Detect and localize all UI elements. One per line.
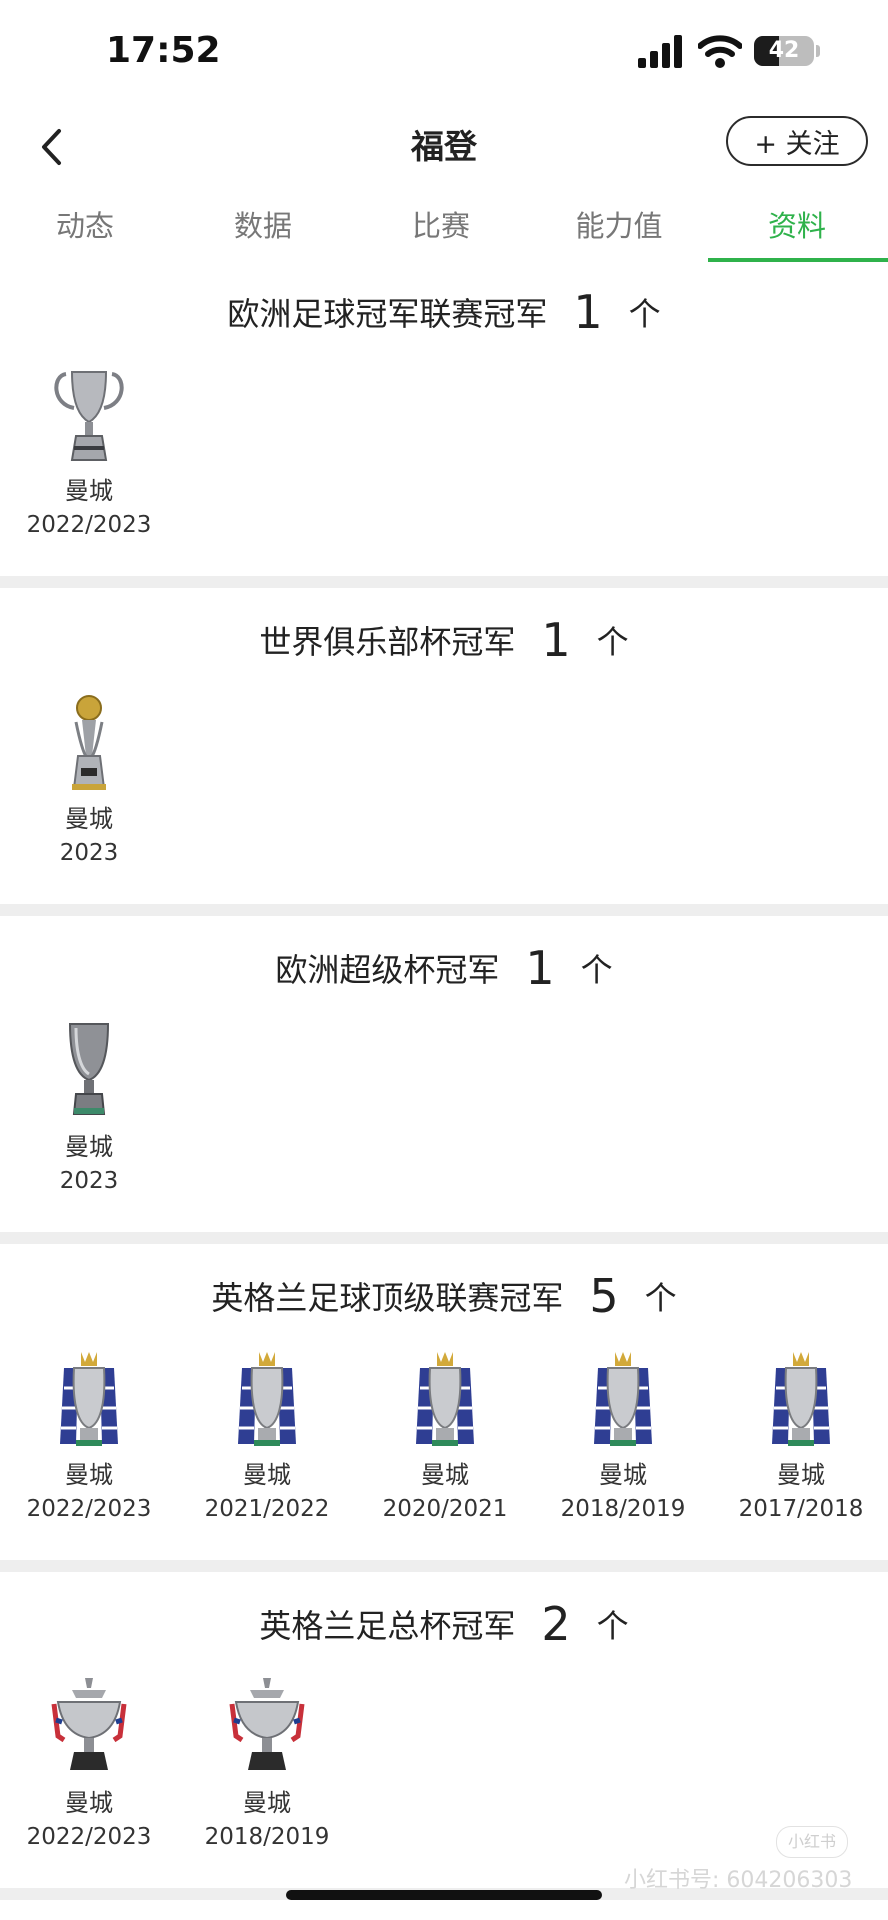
- section-divider: [0, 1560, 888, 1572]
- trophy-season: 2018/2019: [204, 1824, 330, 1850]
- tab-0[interactable]: 动态: [0, 190, 174, 262]
- honor-section: 世界俱乐部杯冠军 1 个曼城 2023: [0, 590, 888, 906]
- honor-section: 英格兰足总杯冠军 2 个曼城 2022/2023 曼城 2018/2019: [0, 1574, 888, 1890]
- honor-name: 欧洲足球冠军联赛冠军: [227, 295, 548, 333]
- premier-league-trophy-icon: [44, 1348, 134, 1448]
- honor-section-title: 欧洲超级杯冠军 1 个: [0, 918, 888, 1018]
- honor-name: 英格兰足球顶级联赛冠军: [211, 1279, 564, 1317]
- honor-count: 1: [541, 613, 571, 667]
- honor-count: 2: [541, 1597, 571, 1651]
- premier-league-trophy-icon: [222, 1348, 312, 1448]
- trophy-season: 2023: [59, 840, 119, 866]
- trophy-item[interactable]: 曼城 2017/2018: [712, 1348, 888, 1538]
- trophy-club: 曼城: [777, 1461, 825, 1489]
- trophy-item[interactable]: 曼城 2021/2022: [178, 1348, 356, 1538]
- trophy-club: 曼城: [599, 1461, 647, 1489]
- honor-count-unit: 个: [596, 623, 629, 661]
- wifi-icon: [698, 35, 742, 68]
- honor-count-unit: 个: [596, 1607, 629, 1645]
- tab-2[interactable]: 比赛: [352, 190, 530, 262]
- trophy-season: 2021/2022: [204, 1496, 330, 1522]
- trophy-season: 2017/2018: [738, 1496, 864, 1522]
- watermark-badge: 小红书: [776, 1826, 848, 1858]
- trophy-club: 曼城: [421, 1461, 469, 1489]
- premier-league-trophy-icon: [578, 1348, 668, 1448]
- honor-count-unit: 个: [628, 295, 661, 333]
- honor-count: 5: [589, 1269, 619, 1323]
- honor-section-title: 世界俱乐部杯冠军 1 个: [0, 590, 888, 690]
- honor-section-title: 英格兰足总杯冠军 2 个: [0, 1574, 888, 1674]
- honor-name: 欧洲超级杯冠军: [275, 951, 500, 989]
- home-indicator: [286, 1890, 602, 1900]
- section-divider: [0, 1232, 888, 1244]
- honor-section: 欧洲足球冠军联赛冠军 1 个曼城 2022/2023: [0, 262, 888, 578]
- fa-cup-trophy-icon: [44, 1676, 134, 1776]
- section-divider: [0, 576, 888, 588]
- trophy-item[interactable]: 曼城 2022/2023: [0, 1676, 178, 1866]
- trophy-item[interactable]: 曼城 2023: [0, 692, 178, 882]
- status-time: 17:52: [106, 30, 221, 71]
- champions-league-trophy-icon: [44, 364, 134, 464]
- back-arrow-icon[interactable]: [28, 122, 78, 172]
- honor-name: 英格兰足总杯冠军: [259, 1607, 516, 1645]
- honor-section-title: 英格兰足球顶级联赛冠军 5 个: [0, 1246, 888, 1346]
- honor-section-title: 欧洲足球冠军联赛冠军 1 个: [0, 262, 888, 362]
- tab-3[interactable]: 能力值: [530, 190, 708, 262]
- premier-league-trophy-icon: [756, 1348, 846, 1448]
- battery-percent: 42: [768, 38, 800, 63]
- nav-bar: 福登 + 关注: [0, 104, 888, 190]
- trophy-item[interactable]: 曼城 2020/2021: [356, 1348, 534, 1538]
- trophy-club: 曼城: [65, 477, 113, 505]
- trophy-season: 2023: [59, 1168, 119, 1194]
- honor-count: 1: [573, 285, 603, 339]
- super-cup-trophy-icon: [44, 1020, 134, 1120]
- trophy-club: 曼城: [65, 1133, 113, 1161]
- premier-league-trophy-icon: [400, 1348, 490, 1448]
- trophy-season: 2020/2021: [382, 1496, 508, 1522]
- tab-bar: 动态 数据 比赛 能力值 资料: [0, 190, 888, 263]
- honor-section: 欧洲超级杯冠军 1 个曼城 2023: [0, 918, 888, 1234]
- trophy-club: 曼城: [243, 1789, 291, 1817]
- status-bar: 17:52 42: [0, 0, 888, 104]
- trophy-season: 2022/2023: [26, 512, 152, 538]
- trophy-season: 2022/2023: [26, 1824, 152, 1850]
- trophy-season: 2018/2019: [560, 1496, 686, 1522]
- trophy-club: 曼城: [65, 1461, 113, 1489]
- cellular-signal-icon: [638, 34, 684, 68]
- trophy-item[interactable]: 曼城 2018/2019: [534, 1348, 712, 1538]
- tab-1[interactable]: 数据: [174, 190, 352, 262]
- watermark: 小红书号: 604206303: [624, 1868, 853, 1893]
- honor-count-unit: 个: [644, 1279, 677, 1317]
- honor-count: 1: [525, 941, 555, 995]
- follow-button[interactable]: + 关注: [726, 116, 868, 166]
- honor-name: 世界俱乐部杯冠军: [259, 623, 516, 661]
- trophy-item[interactable]: 曼城 2023: [0, 1020, 178, 1210]
- section-divider: [0, 904, 888, 916]
- trophy-item[interactable]: 曼城 2022/2023: [0, 1348, 178, 1538]
- trophy-club: 曼城: [65, 1789, 113, 1817]
- honor-count-unit: 个: [580, 951, 613, 989]
- club-world-cup-trophy-icon: [44, 692, 134, 792]
- battery-nub: [816, 45, 820, 57]
- trophy-season: 2022/2023: [26, 1496, 152, 1522]
- trophy-item[interactable]: 曼城 2018/2019: [178, 1676, 356, 1866]
- honor-section: 英格兰足球顶级联赛冠军 5 个曼城 2022/2023 曼城 2021/2022 曼城 202…: [0, 1246, 888, 1562]
- fa-cup-trophy-icon: [222, 1676, 312, 1776]
- battery-icon: 42: [754, 36, 814, 66]
- trophy-item[interactable]: 曼城 2022/2023: [0, 364, 178, 554]
- trophy-club: 曼城: [243, 1461, 291, 1489]
- trophy-club: 曼城: [65, 805, 113, 833]
- tab-4[interactable]: 资料: [708, 190, 886, 262]
